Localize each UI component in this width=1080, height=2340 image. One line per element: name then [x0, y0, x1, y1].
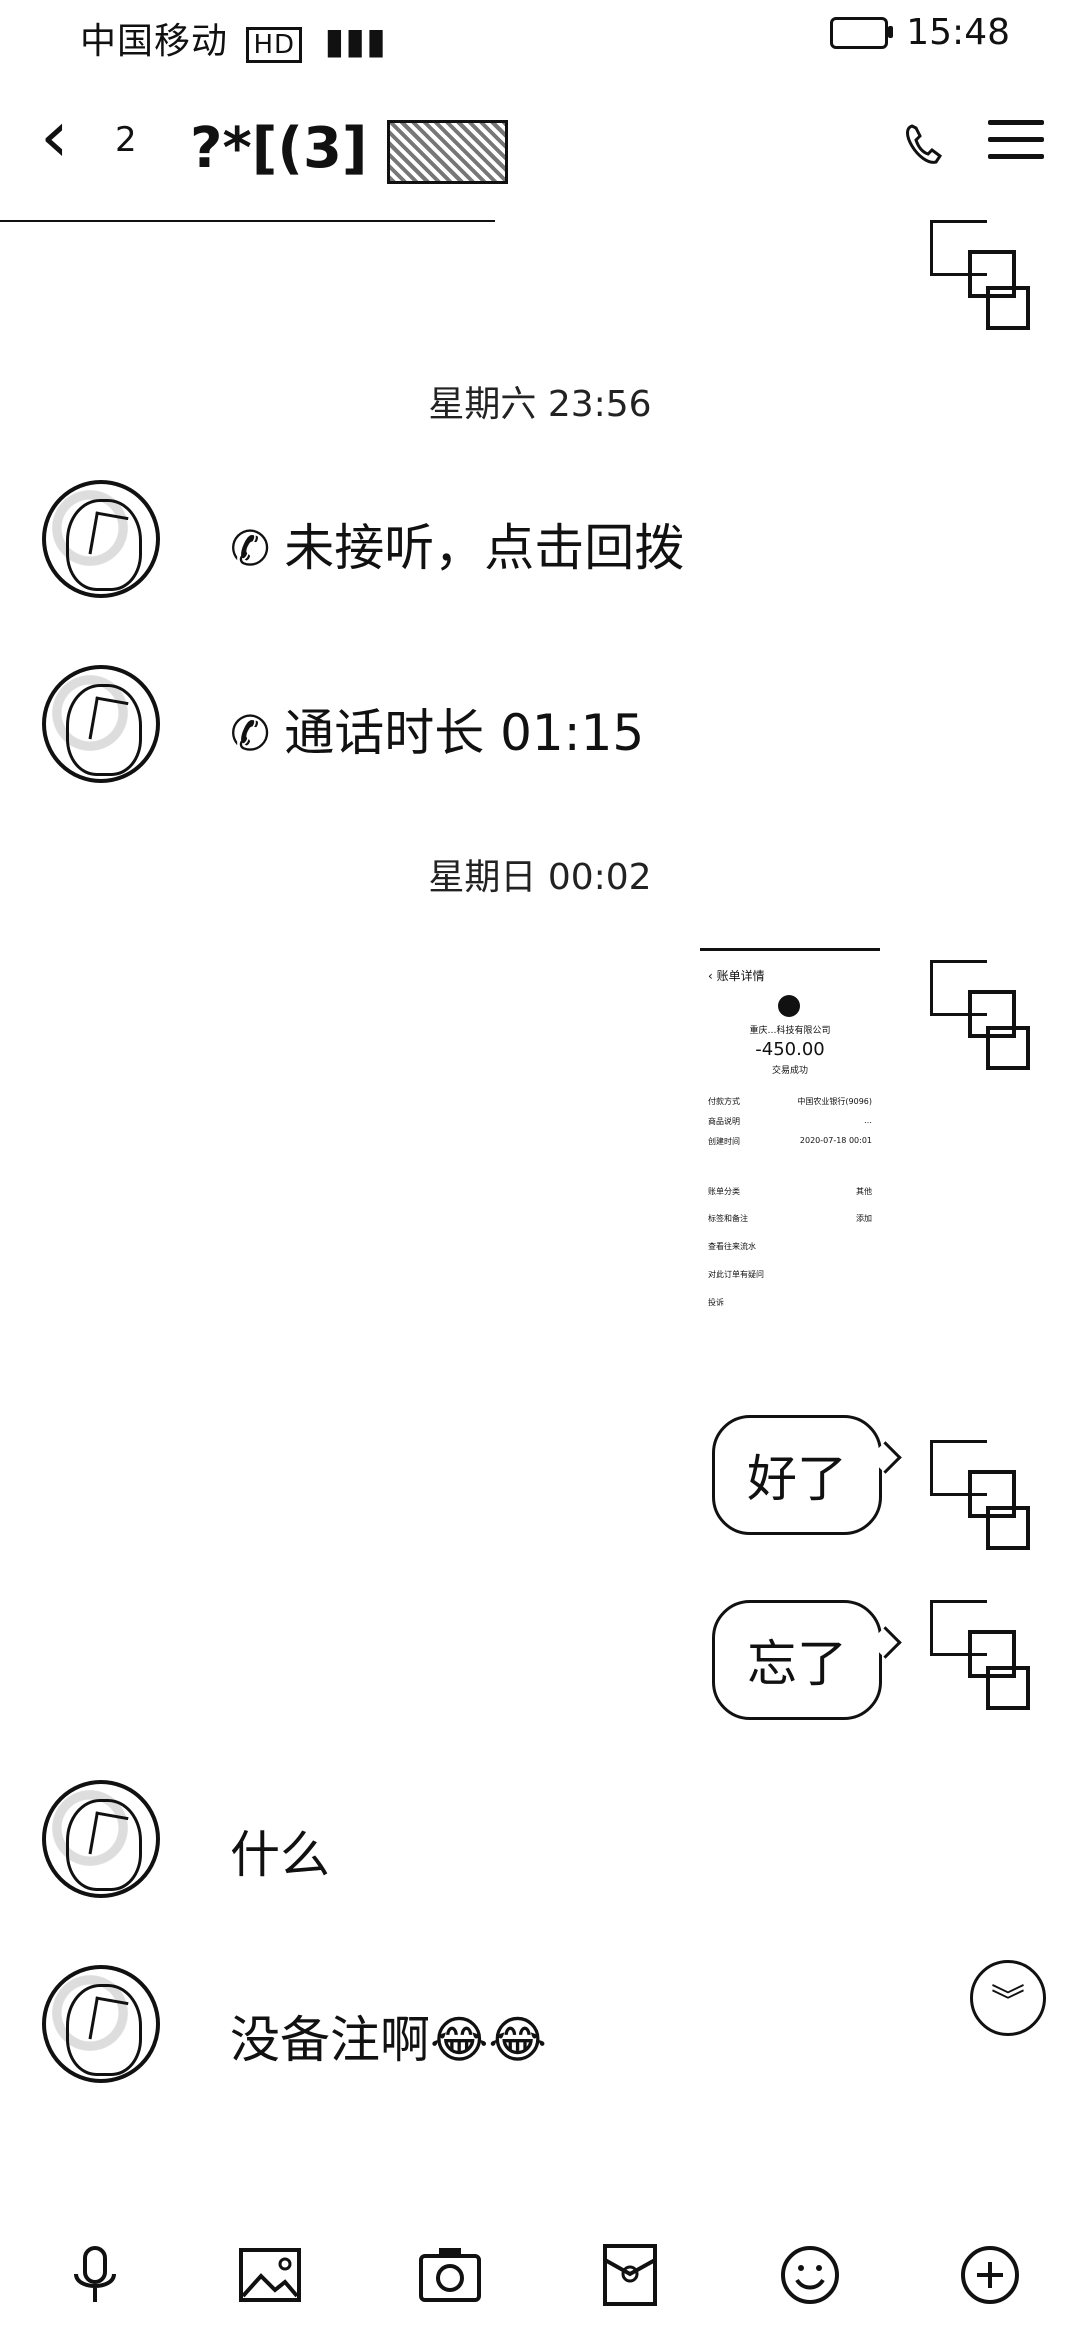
- call-duration-message[interactable]: ✆ 通话时长 01:15: [230, 693, 644, 765]
- red-packet-button[interactable]: [595, 2240, 665, 2310]
- outgoing-message-bubble[interactable]: 好了: [712, 1415, 882, 1535]
- receipt-row: 标签和备注 添加: [708, 1214, 872, 1223]
- my-avatar[interactable]: [930, 960, 1030, 1070]
- time-divider: 星期六 23:56: [428, 384, 652, 425]
- receipt-image-message[interactable]: ‹ 账单详情 重庆…科技有限公司 -450.00 交易成功 付款方式 中国农业银行…: [700, 948, 880, 1338]
- receipt-row: 账单分类 其他: [708, 1187, 872, 1196]
- chat-header: ‹ 2 ?*[(3]: [0, 80, 1080, 220]
- phone-icon: ✆: [230, 706, 271, 762]
- receipt-row: 对此订单有疑问: [708, 1270, 764, 1279]
- incoming-message[interactable]: 什么: [230, 1815, 330, 1887]
- my-avatar[interactable]: [930, 220, 1030, 330]
- image-icon: [239, 2248, 301, 2302]
- receipt-status: 交易成功: [771, 1066, 808, 1076]
- receipt-row: 创建时间 2020-07-18 00:01: [708, 1136, 872, 1146]
- time-divider: 星期日 00:02: [428, 857, 652, 898]
- scroll-to-bottom-button[interactable]: ︾: [970, 1960, 1046, 2036]
- mic-button[interactable]: [60, 2240, 130, 2310]
- receipt-row: 投诉: [708, 1298, 724, 1307]
- emoji-button[interactable]: [775, 2240, 845, 2310]
- chat-title: ?*[(3]: [190, 116, 509, 184]
- receipt-amount: -450.00: [755, 1039, 825, 1060]
- outgoing-message-bubble[interactable]: 忘了: [712, 1600, 882, 1720]
- network-badge: HD: [246, 27, 303, 63]
- status-left: 中国移动 HD ▮▮▮: [80, 12, 387, 64]
- mic-icon: [74, 2246, 116, 2302]
- status-right: 15:48: [830, 12, 1010, 53]
- battery-icon: [830, 16, 894, 49]
- my-avatar[interactable]: [930, 1440, 1030, 1550]
- receipt-row: 商品说明…: [708, 1116, 872, 1126]
- header-divider: [0, 220, 495, 222]
- receipt-title: ‹ 账单详情: [708, 969, 765, 983]
- red-packet-icon: [603, 2244, 657, 2306]
- more-button[interactable]: [955, 2240, 1025, 2310]
- emoji-icon: [781, 2246, 839, 2304]
- camera-icon: [419, 2248, 481, 2302]
- chevron-left-icon: ‹: [40, 94, 69, 178]
- menu-icon[interactable]: [988, 120, 1044, 170]
- phone-svg: [906, 124, 943, 164]
- image-button[interactable]: [235, 2240, 305, 2310]
- message-text: 未接听，点击回拨: [284, 519, 685, 577]
- contact-avatar[interactable]: [42, 480, 160, 598]
- message-text: 通话时长 01:15: [284, 704, 645, 762]
- my-avatar[interactable]: [930, 1600, 1030, 1710]
- censored-block: [387, 119, 509, 184]
- merchant-logo-icon: [778, 995, 800, 1017]
- message-text: 好了: [747, 1450, 847, 1508]
- double-chevron-down-icon: ︾: [991, 1981, 1025, 2022]
- phone-icon: ✆: [230, 521, 271, 577]
- input-toolbar: [0, 2230, 1080, 2340]
- plus-icon: [961, 2246, 1019, 2304]
- receipt-row: 付款方式 中国农业银行(9096): [708, 1097, 872, 1106]
- contact-avatar[interactable]: [42, 1780, 160, 1898]
- chat-title-text: ?*[(3]: [190, 116, 368, 181]
- status-bar: 中国移动 HD ▮▮▮ 15:48: [0, 0, 1080, 70]
- message-text: 什么: [230, 1826, 330, 1884]
- receipt-row: 查看往来流水: [708, 1242, 756, 1251]
- camera-button[interactable]: [415, 2240, 485, 2310]
- message-text: 没备注啊😂😂: [230, 2011, 547, 2069]
- unread-count: 2: [115, 120, 137, 160]
- phone-icon[interactable]: [900, 120, 950, 183]
- missed-call-message[interactable]: ✆ 未接听，点击回拨: [230, 508, 684, 580]
- message-text: 忘了: [747, 1635, 847, 1693]
- contact-avatar[interactable]: [42, 665, 160, 783]
- clock: 15:48: [906, 12, 1010, 53]
- incoming-message[interactable]: 没备注啊😂😂: [230, 2000, 547, 2072]
- carrier-name: 中国移动: [80, 21, 229, 62]
- signal-icon: ▮▮▮: [324, 21, 387, 62]
- back-button[interactable]: ‹: [40, 100, 69, 172]
- receipt-merchant: 重庆…科技有限公司: [749, 1026, 831, 1036]
- contact-avatar[interactable]: [42, 1965, 160, 2083]
